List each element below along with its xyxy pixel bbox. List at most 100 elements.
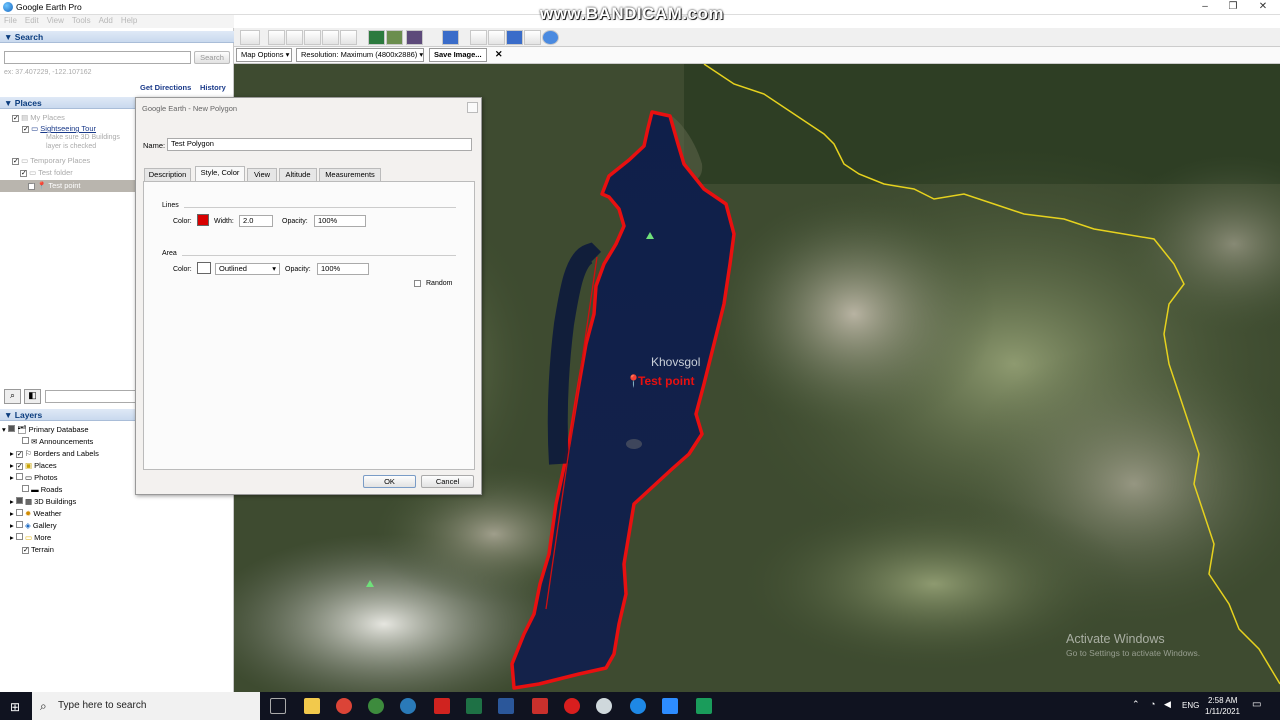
search-button[interactable]: Search xyxy=(194,51,230,64)
earth-icon[interactable] xyxy=(542,30,559,45)
layer-borders[interactable]: ▸ ⚐ Borders and Labels xyxy=(10,448,99,460)
record-icon[interactable] xyxy=(564,698,580,714)
zoom-icon[interactable] xyxy=(662,698,678,714)
checkbox[interactable] xyxy=(15,509,23,516)
acrobat-icon[interactable] xyxy=(532,698,548,714)
save-image-button[interactable]: Save Image... xyxy=(429,48,487,62)
places-temporary[interactable]: ▭ Temporary Places xyxy=(12,155,90,167)
history-link[interactable]: History xyxy=(200,83,226,92)
checkbox[interactable] xyxy=(15,451,23,458)
checkbox[interactable] xyxy=(15,463,23,470)
word-icon[interactable] xyxy=(498,698,514,714)
layer-primary-database[interactable]: ▾ 🗂 Primary Database xyxy=(2,424,89,436)
save-image-icon[interactable] xyxy=(506,30,523,45)
tab-altitude[interactable]: Altitude xyxy=(279,168,317,181)
layer-roads[interactable]: ▬ Roads xyxy=(22,484,62,496)
notification-icon[interactable]: ▭ xyxy=(1252,699,1261,710)
checkbox[interactable] xyxy=(12,115,19,122)
email-icon[interactable] xyxy=(470,30,487,45)
tab-description[interactable]: Description xyxy=(144,168,191,181)
overlay-icon[interactable] xyxy=(322,30,339,45)
maximize-icon[interactable]: ❐ xyxy=(1218,0,1248,15)
excel-icon[interactable] xyxy=(466,698,482,714)
app-icon[interactable] xyxy=(368,698,384,714)
cancel-button[interactable]: Cancel xyxy=(421,475,474,488)
chrome-icon[interactable] xyxy=(336,698,352,714)
ruler-icon[interactable] xyxy=(442,30,459,45)
maps-icon[interactable] xyxy=(524,30,541,45)
menu-edit[interactable]: Edit xyxy=(25,16,39,25)
close-icon[interactable]: ✕ xyxy=(1248,0,1278,15)
test-point-label[interactable]: Test point xyxy=(638,374,694,388)
checkbox[interactable] xyxy=(22,126,29,133)
layer-terrain[interactable]: Terrain xyxy=(22,544,54,556)
app-icon[interactable] xyxy=(696,698,712,714)
get-directions-link[interactable]: Get Directions xyxy=(140,83,191,92)
tab-style-color[interactable]: Style, Color xyxy=(195,166,245,182)
menu-add[interactable]: Add xyxy=(99,16,113,25)
layer-announcements[interactable]: ✉ Announcements xyxy=(22,436,93,448)
menu-help[interactable]: Help xyxy=(121,16,137,25)
record-tour-icon[interactable] xyxy=(340,30,357,45)
path-icon[interactable] xyxy=(304,30,321,45)
name-input[interactable]: Test Polygon xyxy=(167,138,472,151)
taskbar-search-box[interactable]: ⌕ Type here to search xyxy=(32,692,260,720)
places-test-folder[interactable]: ▭ Test folder xyxy=(20,167,73,179)
search-header[interactable]: ▼ Search xyxy=(0,31,234,43)
sidebar-toggle-icon[interactable] xyxy=(240,30,260,45)
menu-file[interactable]: File xyxy=(4,16,17,25)
file-explorer-icon[interactable] xyxy=(304,698,320,714)
dialog-close-icon[interactable] xyxy=(467,102,478,113)
google-earth-taskbar-icon[interactable] xyxy=(596,698,612,714)
clock-time[interactable]: 2:58 AM xyxy=(1208,696,1237,705)
place-label-khovsgol[interactable]: Khovsgol xyxy=(651,355,700,369)
checkbox[interactable] xyxy=(22,437,29,444)
layer-photos[interactable]: ▸ ▭ Photos xyxy=(10,472,58,484)
layer-gallery[interactable]: ▸ ◈ Gallery xyxy=(10,520,57,532)
chevron-up-icon[interactable]: ⌃ xyxy=(1132,699,1140,710)
teamviewer-icon[interactable] xyxy=(630,698,646,714)
random-checkbox[interactable] xyxy=(414,280,421,287)
volume-icon[interactable]: ◀ xyxy=(1164,699,1171,710)
checkbox[interactable] xyxy=(20,170,27,177)
panel-toggle-icon[interactable]: ◧ xyxy=(24,389,41,404)
checkbox[interactable] xyxy=(22,485,29,492)
planets-icon[interactable] xyxy=(406,30,423,45)
task-view-icon[interactable] xyxy=(270,698,286,714)
layer-more[interactable]: ▸ ▭ More xyxy=(10,532,51,544)
tab-view[interactable]: View xyxy=(247,168,277,181)
placemark-icon[interactable] xyxy=(268,30,285,45)
print-icon[interactable] xyxy=(488,30,505,45)
historical-imagery-icon[interactable] xyxy=(368,30,385,45)
checkbox[interactable] xyxy=(15,497,23,504)
resolution-dropdown[interactable]: Resolution: Maximum (4800x2886) ▾ xyxy=(296,48,424,62)
windows-start-icon[interactable]: ⊞ xyxy=(10,700,20,714)
search-places-icon[interactable]: ⌕ xyxy=(4,389,21,404)
clock-date[interactable]: 1/11/2021 xyxy=(1205,707,1240,716)
checkbox[interactable] xyxy=(12,158,19,165)
checkbox[interactable] xyxy=(28,183,35,190)
ok-button[interactable]: OK xyxy=(363,475,416,488)
lines-opacity-spinner[interactable]: 100% xyxy=(314,215,366,227)
network-icon[interactable]: ◔ xyxy=(1150,699,1155,709)
layer-places[interactable]: ▸ ▣ Places xyxy=(10,460,57,472)
tab-measurements[interactable]: Measurements xyxy=(319,168,381,181)
area-opacity-spinner[interactable]: 100% xyxy=(317,263,369,275)
close-save-image-icon[interactable]: ✕ xyxy=(495,49,503,60)
language-indicator[interactable]: ENG xyxy=(1182,701,1199,710)
checkbox[interactable] xyxy=(15,533,23,540)
checkbox[interactable] xyxy=(22,547,29,554)
sun-icon[interactable] xyxy=(386,30,403,45)
menu-tools[interactable]: Tools xyxy=(72,16,91,25)
polygon-icon[interactable] xyxy=(286,30,303,45)
checkbox[interactable] xyxy=(15,521,23,528)
menu-view[interactable]: View xyxy=(47,16,64,25)
magnifier-app-icon[interactable] xyxy=(400,698,416,714)
app-icon[interactable] xyxy=(434,698,450,714)
map-options-dropdown[interactable]: Map Options ▾ xyxy=(236,48,292,62)
area-color-swatch[interactable] xyxy=(197,262,211,274)
line-color-swatch[interactable] xyxy=(197,214,209,226)
area-fill-dropdown[interactable]: Outlined ▾ xyxy=(215,263,280,275)
width-spinner[interactable]: 2.0 xyxy=(239,215,273,227)
search-input[interactable] xyxy=(4,51,191,64)
